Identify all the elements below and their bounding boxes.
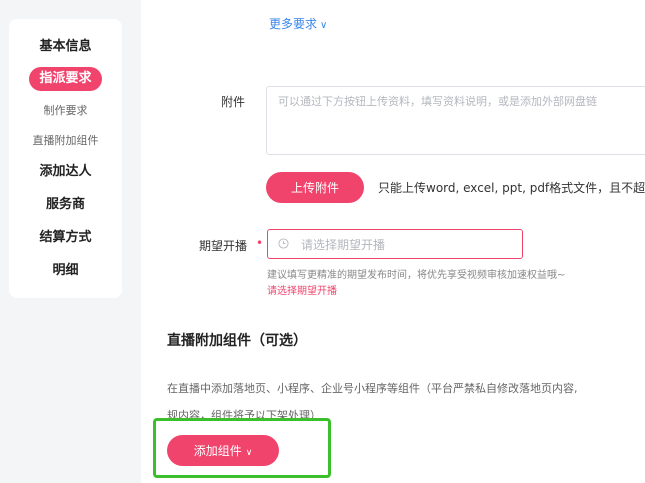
add-component-label: 添加组件 <box>193 444 242 458</box>
page: 基本信息 指派要求 制作要求 直播附加组件 添加达人 服务商 结算方式 明细 更… <box>0 0 645 483</box>
date-placeholder: 请选择期望开播 <box>301 238 386 252</box>
expected-start-hint: 建议填写更精准的期望发布时间，将优先享受视频审核加速权益哦~ <box>267 270 566 281</box>
sidebar-item-service-provider[interactable]: 服务商 <box>9 196 122 214</box>
add-component-button[interactable]: 添加组件 ∨ <box>167 435 279 466</box>
upload-attachment-button[interactable]: 上传附件 <box>266 172 364 203</box>
chevron-down-icon: ∨ <box>320 20 328 31</box>
sidebar-item-basic-info[interactable]: 基本信息 <box>9 38 122 56</box>
sidebar-item-production-requirements[interactable]: 制作要求 <box>9 103 122 119</box>
sidebar-item-assignment-requirements[interactable]: 指派要求 <box>29 67 102 91</box>
sidebar-item-details[interactable]: 明细 <box>9 262 122 280</box>
main-form-panel: 更多要求∨ 附件 上传附件 只能上传word, excel, ppt, pdf格… <box>141 0 645 483</box>
attachment-description-input[interactable] <box>266 86 645 155</box>
clock-icon <box>278 238 289 249</box>
more-requirements-link[interactable]: 更多要求 ∨ <box>269 16 327 34</box>
sidebar-item-settlement-method[interactable]: 结算方式 <box>9 229 122 247</box>
required-mark: • <box>256 236 264 250</box>
description-line-1: 在直播中添加落地页、小程序、企业号小程序等组件（平台严禁私自修改落地页内容, <box>167 382 578 395</box>
upload-format-hint: 只能上传word, excel, ppt, pdf格式文件，且不超 <box>378 181 645 195</box>
live-components-section-title: 直播附加组件（可选） <box>167 333 307 349</box>
sidebar-item-live-components[interactable]: 直播附加组件 <box>9 133 122 149</box>
sidebar-item-add-influencer[interactable]: 添加达人 <box>9 163 122 181</box>
expected-start-label: 期望开播 <box>199 239 248 253</box>
more-requirements-label: 更多要求 <box>269 17 318 31</box>
chevron-down-icon: ∨ <box>245 447 253 457</box>
expected-start-date-picker[interactable]: 请选择期望开播 <box>267 229 523 259</box>
attachment-label: 附件 <box>221 95 246 109</box>
expected-start-error: 请选择期望开播 <box>267 286 337 297</box>
sidebar-nav: 基本信息 指派要求 制作要求 直播附加组件 添加达人 服务商 结算方式 明细 <box>9 19 122 298</box>
